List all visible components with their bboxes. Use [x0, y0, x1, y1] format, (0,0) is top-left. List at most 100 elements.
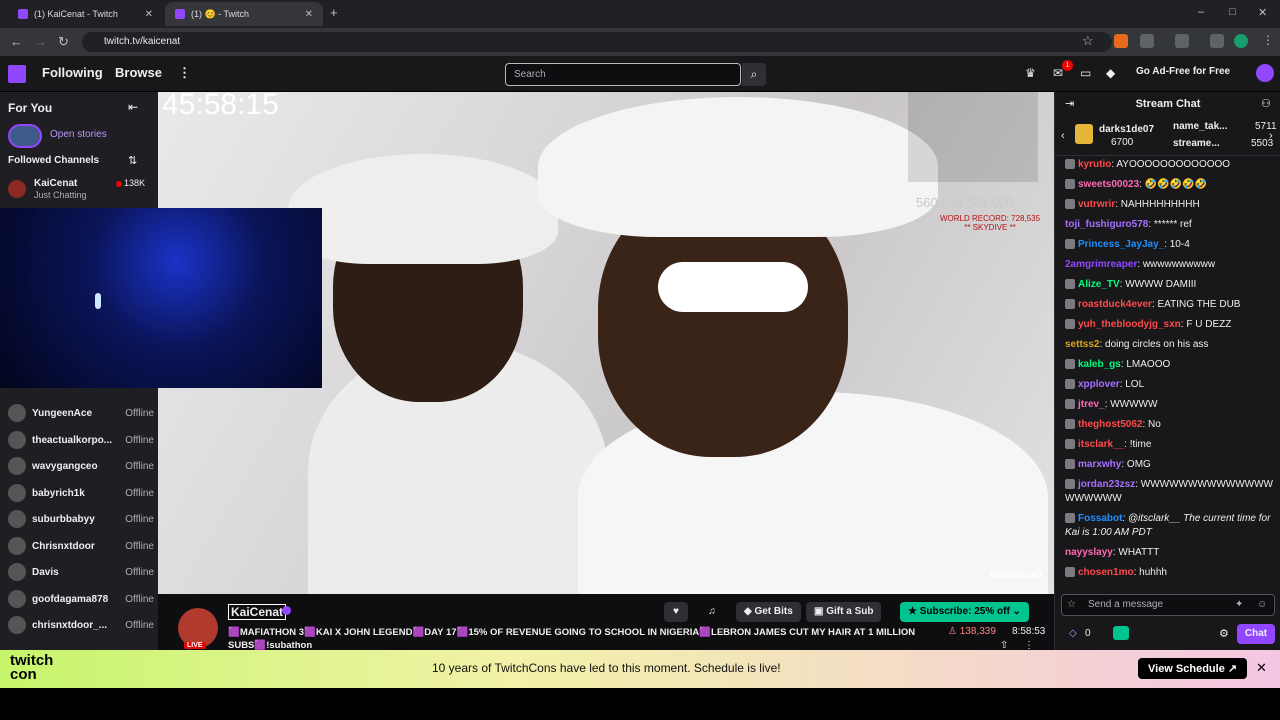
avatar: [8, 457, 26, 475]
chat-message: Fossabot: @itsclark__ The current time f…: [1065, 513, 1271, 538]
notification-bell-icon[interactable]: ♫: [700, 602, 724, 622]
browser-address-bar: ← → ↻ twitch.tv/kaicenat ☆ ⋮: [0, 28, 1280, 56]
sidebar-item-davis[interactable]: Davis Offline: [8, 559, 154, 585]
bits-cheer-icon[interactable]: ✦: [1235, 599, 1243, 610]
chat-message: chosen1mo: huhhh: [1065, 566, 1277, 580]
letterbox-bottom: [0, 688, 1280, 720]
bookmark-star-icon[interactable]: ☆: [1082, 33, 1094, 49]
gift-icon: [1075, 124, 1093, 144]
community-icon[interactable]: ⚇: [1261, 97, 1271, 110]
open-stories-link[interactable]: Open stories: [50, 129, 107, 140]
avatar: [8, 484, 26, 502]
sidebar-item-goofdagama878[interactable]: goofdagama878 Offline: [8, 586, 154, 612]
search-icon[interactable]: ⌕: [742, 63, 766, 86]
sidebar-item-suburbbabyy[interactable]: suburbbabyy Offline: [8, 506, 154, 532]
get-bits-button[interactable]: ◆ Get Bits: [736, 602, 801, 622]
avatar: [8, 431, 26, 449]
more-menu-icon[interactable]: ⋮: [178, 65, 191, 81]
sidebar-item-kaicenat[interactable]: KaiCenat Just Chatting 138K: [8, 178, 154, 202]
bits-icon[interactable]: ◆: [1106, 66, 1115, 80]
person-left-hat: [288, 154, 558, 264]
badge-icon: [1065, 399, 1075, 410]
sidebar-item-wavygangceo[interactable]: wavygangceo Offline: [8, 453, 154, 479]
gift-sub-button[interactable]: ▣ Gift a Sub: [806, 602, 882, 622]
picture-in-picture-video[interactable]: [0, 208, 322, 388]
avatar: [8, 616, 26, 634]
twitch-logo-icon[interactable]: [8, 65, 26, 83]
sidebar-item-theactualkorpo[interactable]: theactualkorpo... Offline: [8, 427, 154, 453]
twitch-favicon-icon: [18, 9, 28, 19]
inbox-icon[interactable]: ✉: [1053, 66, 1063, 80]
predictions-icon[interactable]: [1113, 626, 1129, 640]
chat-message: yuh_thebloodyjg_sxn: F U DEZZ: [1065, 318, 1277, 332]
banner-text: 10 years of TwitchCons have led to this …: [432, 661, 781, 675]
forward-arrow-icon[interactable]: →: [34, 34, 47, 49]
maximize-window-icon[interactable]: □: [1229, 6, 1236, 18]
sidebar-item-babyrich1k[interactable]: babyrich1k Offline: [8, 480, 154, 506]
new-tab-button[interactable]: +: [330, 5, 338, 20]
live-badge: LIVE: [184, 642, 206, 649]
browser-tab-bar: (1) KaiCenat - Twitch ✕ (1) 😊 - Twitch ✕…: [0, 0, 1280, 28]
browser-tab-2[interactable]: (1) 😊 - Twitch ✕: [165, 2, 323, 26]
media-icon[interactable]: [1210, 34, 1224, 48]
badge-icon: [1065, 179, 1075, 190]
tab-title: (1) KaiCenat - Twitch: [34, 9, 118, 19]
nav-browse[interactable]: Browse: [115, 65, 162, 80]
chat-message: vutrwrir: NAHHHHHHHHH: [1065, 198, 1277, 212]
crown-icon[interactable]: ♛: [1025, 66, 1036, 80]
go-ad-free-button[interactable]: Go Ad-Free for Free: [1136, 66, 1230, 77]
search-input[interactable]: Search: [505, 63, 741, 86]
extension-icon[interactable]: [1114, 34, 1128, 48]
live-dot-icon: [116, 181, 122, 187]
browser-tab-1[interactable]: (1) KaiCenat - Twitch ✕: [8, 2, 163, 26]
close-window-icon[interactable]: ✕: [1258, 6, 1267, 19]
sort-icon[interactable]: ⇅: [128, 154, 137, 167]
streamer-name[interactable]: KaiCenat: [228, 604, 287, 620]
chat-message: kyrutio: AYOOOOOOOOOOOOO: [1065, 158, 1277, 172]
close-tab-icon[interactable]: ✕: [145, 9, 153, 20]
twitchcon-logo: twitch con: [10, 652, 54, 683]
sub-badge-icon[interactable]: ☆: [1067, 599, 1076, 610]
stories-avatar[interactable]: [8, 124, 42, 148]
url-field[interactable]: twitch.tv/kaicenat: [82, 32, 1112, 52]
browser-menu-icon[interactable]: ⋮: [1262, 33, 1274, 47]
follow-heart-icon[interactable]: ♥: [664, 602, 688, 622]
view-schedule-button[interactable]: View Schedule ↗: [1138, 658, 1248, 679]
sidebar-icon[interactable]: [1175, 34, 1189, 48]
sidebar-item-chrisnxtdoor-alt[interactable]: chrisnxtdoor_... Offline: [8, 612, 154, 638]
extensions-puzzle-icon[interactable]: [1140, 34, 1154, 48]
user-avatar[interactable]: [1256, 64, 1274, 82]
badge-icon: [1065, 479, 1075, 490]
close-tab-icon[interactable]: ✕: [305, 9, 313, 20]
collapse-sidebar-icon[interactable]: ⇤: [128, 100, 138, 114]
close-banner-icon[interactable]: ✕: [1256, 660, 1267, 676]
chevron-left-icon[interactable]: ‹: [1061, 130, 1065, 142]
subscribe-button[interactable]: ★ Subscribe: 25% off ⌄: [900, 602, 1029, 622]
sidebar-item-chrisnxtdoor[interactable]: Chrisnxtdoor Offline: [8, 533, 154, 559]
back-arrow-icon[interactable]: ←: [10, 34, 23, 49]
chat-message: roastduck4ever: EATING THE DUB: [1065, 298, 1277, 312]
badge-icon: [1065, 459, 1075, 470]
subathon-timer: 45:58:15: [162, 88, 279, 121]
badge-icon: [1065, 299, 1075, 310]
chat-send-button[interactable]: Chat: [1237, 624, 1275, 644]
nav-following[interactable]: Following: [42, 65, 103, 80]
whispers-icon[interactable]: ▭: [1080, 66, 1091, 80]
profile-avatar-icon[interactable]: [1234, 34, 1248, 48]
chevron-right-icon[interactable]: ›: [1269, 130, 1273, 142]
channel-points-icon[interactable]: ◇: [1069, 628, 1077, 639]
badge-icon: [1065, 199, 1075, 210]
avatar: [8, 180, 26, 198]
sidebar-item-yungeenace[interactable]: YungeenAce Offline: [8, 400, 154, 426]
reload-icon[interactable]: ↻: [58, 34, 69, 50]
leader-2-name: name_tak...: [1173, 121, 1228, 132]
leader-1-amount: 6700: [1111, 137, 1134, 148]
leader-2-amount: 5711: [1255, 121, 1277, 132]
minimize-window-icon[interactable]: –: [1198, 6, 1204, 18]
chat-message: theghost5062: No: [1065, 418, 1277, 432]
world-record-overlay: WORLD RECORD: 728,535 ** SKYDIVE **: [940, 214, 1040, 232]
emote-picker-icon[interactable]: ☺: [1257, 599, 1267, 610]
chat-message: xpplover: LOL: [1065, 378, 1277, 392]
chat-settings-gear-icon[interactable]: ⚙: [1219, 627, 1229, 640]
chat-message: settss2: doing circles on his ass: [1065, 339, 1209, 350]
